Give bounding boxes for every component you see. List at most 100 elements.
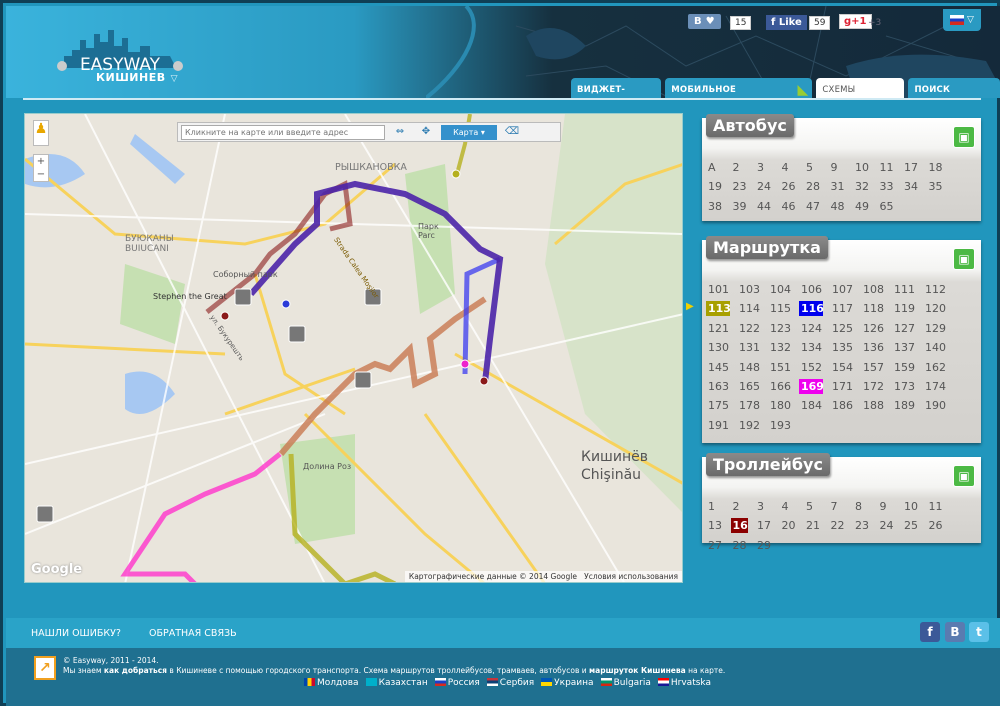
report-error-link[interactable]: НАШЛИ ОШИБКУ? [31, 628, 121, 639]
route-link-44[interactable]: 44 [755, 197, 780, 216]
terms-link[interactable]: Условия использования [584, 572, 678, 581]
route-link-33[interactable]: 33 [878, 177, 903, 196]
route-link-11[interactable]: 11 [878, 158, 903, 177]
route-link-157[interactable]: 157 [861, 358, 892, 377]
route-link-173[interactable]: 173 [892, 377, 923, 396]
route-link-13[interactable]: 13 [706, 516, 731, 535]
route-link-46[interactable]: 46 [780, 197, 805, 216]
route-link-123[interactable]: 123 [768, 319, 799, 338]
route-link-140[interactable]: 140 [923, 338, 954, 357]
route-link-17[interactable]: 17 [902, 158, 927, 177]
route-link-178[interactable]: 178 [737, 396, 768, 415]
route-link-35[interactable]: 35 [927, 177, 952, 196]
route-link-10[interactable]: 10 [853, 158, 878, 177]
tab-route-search[interactable]: ПОИСК МАРШРУТА [908, 78, 1000, 98]
facebook-icon[interactable]: f [920, 622, 940, 642]
route-link-107[interactable]: 107 [830, 280, 861, 299]
route-link-8[interactable]: 8 [853, 497, 878, 516]
route-link-127[interactable]: 127 [892, 319, 923, 338]
route-link-32[interactable]: 32 [853, 177, 878, 196]
route-link-121[interactable]: 121 [706, 319, 737, 338]
route-link-19[interactable]: 19 [706, 177, 731, 196]
route-link-166[interactable]: 166 [768, 377, 799, 396]
route-link-29[interactable]: 29 [755, 536, 780, 555]
route-link-186[interactable]: 186 [830, 396, 861, 415]
route-link-4[interactable]: 4 [780, 158, 805, 177]
route-link-115[interactable]: 115 [768, 299, 799, 318]
route-link-9[interactable]: 9 [878, 497, 903, 516]
route-link-136[interactable]: 136 [861, 338, 892, 357]
map-canvas[interactable] [25, 114, 683, 583]
route-link-163[interactable]: 163 [706, 377, 737, 396]
route-link-130[interactable]: 130 [706, 338, 737, 357]
route-link-16[interactable]: 16 [730, 518, 748, 534]
route-link-2[interactable]: 2 [731, 158, 756, 177]
route-link-23[interactable]: 23 [731, 177, 756, 196]
route-link-189[interactable]: 189 [892, 396, 923, 415]
route-link-65[interactable]: 65 [878, 197, 903, 216]
route-link-34[interactable]: 34 [902, 177, 927, 196]
route-link-49[interactable]: 49 [853, 197, 878, 216]
map[interactable]: РЫШКАНОВКА БУЮКАНЫ BUIUCANI Парк Parc Со… [24, 113, 683, 583]
fb-like-button[interactable]: f Like [766, 15, 807, 30]
route-link-103[interactable]: 103 [737, 280, 768, 299]
route-link-106[interactable]: 106 [799, 280, 830, 299]
route-link-22[interactable]: 22 [829, 516, 854, 535]
country-link-ukraine[interactable]: Украина [541, 678, 594, 688]
route-link-175[interactable]: 175 [706, 396, 737, 415]
country-link-kazakhstan[interactable]: Казахстан [365, 678, 428, 688]
route-link-39[interactable]: 39 [731, 197, 756, 216]
desc-link[interactable]: маршруток Кишинева [589, 666, 686, 675]
route-link-190[interactable]: 190 [923, 396, 954, 415]
gplus-button[interactable]: g+1 [839, 14, 872, 29]
route-link-3[interactable]: 3 [755, 497, 780, 516]
address-search-input[interactable] [181, 124, 385, 140]
route-link-5[interactable]: 5 [804, 158, 829, 177]
route-link-10[interactable]: 10 [902, 497, 927, 516]
map-type-select[interactable]: Карта ▾ [441, 124, 497, 140]
route-link-125[interactable]: 125 [830, 319, 861, 338]
move-icon[interactable]: ✥ [415, 124, 437, 140]
route-link-169[interactable]: 169 [799, 378, 824, 394]
route-link-129[interactable]: 129 [923, 319, 954, 338]
route-link-148[interactable]: 148 [737, 358, 768, 377]
route-169-stop-marker[interactable] [460, 359, 470, 369]
route-link-154[interactable]: 154 [830, 358, 861, 377]
route-link-20[interactable]: 20 [780, 516, 805, 535]
route-link-7[interactable]: 7 [829, 497, 854, 516]
route-link-116[interactable]: 116 [799, 301, 824, 317]
route-link-188[interactable]: 188 [861, 396, 892, 415]
route-link-A[interactable]: A [706, 158, 731, 177]
route-stop-marker[interactable] [479, 376, 489, 386]
route-link-124[interactable]: 124 [799, 319, 830, 338]
route-link-28[interactable]: 28 [731, 536, 756, 555]
route-link-4[interactable]: 4 [780, 497, 805, 516]
country-link-bulgaria[interactable]: Bulgaria [600, 678, 651, 688]
route-link-113[interactable]: 113 [706, 301, 731, 317]
route-link-114[interactable]: 114 [737, 299, 768, 318]
route-link-131[interactable]: 131 [737, 338, 768, 357]
desc-link[interactable]: как добраться [104, 666, 167, 675]
route-link-104[interactable]: 104 [768, 280, 799, 299]
route-link-24[interactable]: 24 [878, 516, 903, 535]
route-link-3[interactable]: 3 [755, 158, 780, 177]
route-link-191[interactable]: 191 [706, 416, 737, 435]
route-link-122[interactable]: 122 [737, 319, 768, 338]
route-link-172[interactable]: 172 [861, 377, 892, 396]
country-link-serbia[interactable]: Сербия [486, 678, 534, 688]
tab-route-schemes[interactable]: СХЕМЫ МАРШРУТОВ [816, 78, 905, 98]
route-link-165[interactable]: 165 [737, 377, 768, 396]
tab-mobile-app[interactable]: МОБИЛЬНОЕ ПРИЛОЖЕНИЕ ◣ [665, 78, 813, 98]
route-link-174[interactable]: 174 [923, 377, 954, 396]
route-link-137[interactable]: 137 [892, 338, 923, 357]
route-link-38[interactable]: 38 [706, 197, 731, 216]
route-link-26[interactable]: 26 [780, 177, 805, 196]
panel-toggle-arrow-icon[interactable]: ▶ [686, 301, 694, 312]
route-link-17[interactable]: 17 [755, 516, 780, 535]
route-link-1[interactable]: 1 [706, 497, 731, 516]
route-link-48[interactable]: 48 [829, 197, 854, 216]
city-selector[interactable]: КИШИНЕВ ▽ [96, 71, 178, 84]
route-116-stop-marker[interactable] [281, 299, 291, 309]
twitter-icon[interactable]: t [969, 622, 989, 642]
zoom-in-button[interactable]: + [34, 155, 48, 168]
